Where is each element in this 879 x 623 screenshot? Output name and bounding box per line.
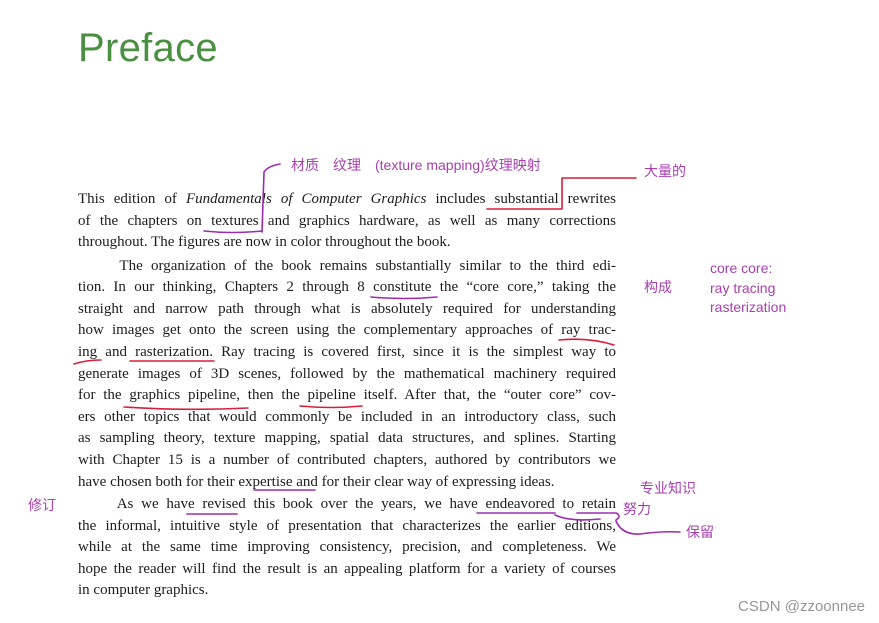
endeavored-annotation: 努力 [623, 501, 651, 517]
texture-annotation: 材质 纹理 (texture mapping)纹理映射 [291, 157, 541, 173]
text-line: hope the reader will find the result is … [78, 561, 616, 577]
text-line: throughout. The figures are now in color… [78, 234, 451, 250]
revised-annotation: 修订 [28, 497, 56, 513]
text-line: in computer graphics. [78, 582, 209, 598]
text-line: have chosen both for their expertise and… [78, 474, 555, 490]
text-line: tion. In our thinking, Chapters 2 throug… [78, 279, 616, 295]
text-line: ers other topics that would commonly be … [78, 409, 616, 425]
text-line: as sampling theory, texture mapping, spa… [78, 430, 616, 446]
text-line: ing and rasterization. Ray tracing is co… [78, 344, 616, 360]
text-line: As we have revised this book over the ye… [78, 496, 616, 512]
retain-annotation: 保留 [686, 524, 714, 540]
substantial-annotation: 大量的 [644, 163, 686, 179]
text-line: generate images of 3D scenes, followed b… [78, 366, 616, 382]
csdn-watermark: CSDN @zzoonnee [738, 598, 865, 615]
text-line: for the graphics pipeline, then the pipe… [78, 387, 616, 403]
page-title: Preface [78, 26, 218, 70]
core-annotation-line-3: rasterization [710, 299, 787, 315]
retain-arrow-stroke [615, 520, 681, 535]
text-line: the informal, intuitive style of present… [78, 518, 616, 534]
constitute-annotation: 构成 [644, 279, 672, 295]
core-annotation-line-2: ray tracing [710, 280, 776, 296]
text-line: with Chapter 15 is a number of contribut… [78, 452, 616, 468]
text-line: straight and narrow path through what is… [78, 301, 616, 317]
expertise-annotation: 专业知识 [640, 480, 696, 496]
text-line: This edition of Fundamentals of Computer… [78, 191, 616, 207]
text-line: while at the same time improving consist… [78, 539, 616, 555]
text-line: how images get onto the screen using the… [78, 322, 616, 338]
core-annotation-line-1: core core: [710, 260, 773, 276]
text-line: of the chapters on textures and graphics… [78, 213, 616, 229]
text-line: The organization of the book remains sub… [78, 258, 616, 274]
